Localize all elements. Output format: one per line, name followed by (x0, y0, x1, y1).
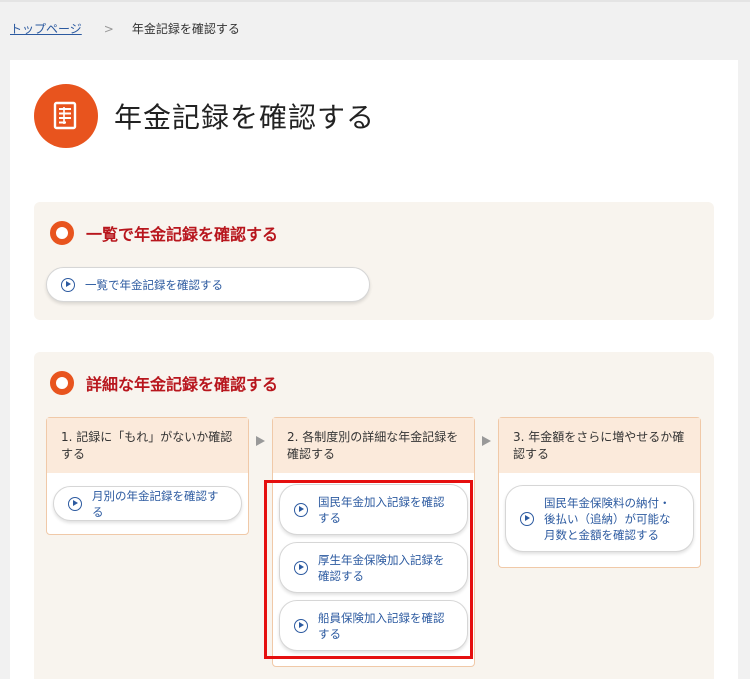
breadcrumb: トップページ > 年金記録を確認する (10, 20, 240, 37)
section-title: 一覧で年金記録を確認する (86, 225, 279, 244)
ring-icon (50, 371, 74, 395)
button-label: 国民年金保険料の納付・後払い（追納）が可能な月数と金額を確認する (544, 495, 671, 542)
button-label: 一覧で年金記録を確認する (85, 277, 223, 292)
back-payment-button[interactable]: 国民年金保険料の納付・後払い（追納）が可能な月数と金額を確認する (505, 485, 694, 552)
step-heading: 1. 記録に「もれ」がないか確認する (47, 418, 248, 473)
highlight-box (264, 480, 473, 659)
section-header: 詳細な年金記録を確認する (50, 371, 278, 395)
arrow-right-icon (256, 436, 265, 446)
button-label: 月別の年金記録を確認する (92, 488, 219, 519)
list-view-button[interactable]: 一覧で年金記録を確認する (46, 267, 370, 302)
arrow-right-icon (482, 436, 491, 446)
breadcrumb-home-link[interactable]: トップページ (10, 20, 82, 37)
page-header: 年金記録を確認する (34, 84, 375, 148)
play-circle-icon (61, 277, 75, 292)
step-heading: 3. 年金額をさらに増やせるか確認する (499, 418, 700, 473)
play-circle-icon (520, 511, 534, 526)
step-column-3: 3. 年金額をさらに増やせるか確認する 国民年金保険料の納付・後払い（追納）が可… (498, 417, 701, 568)
breadcrumb-separator: > (103, 21, 114, 36)
step-column-1: 1. 記録に「もれ」がないか確認する 月別の年金記録を確認する (46, 417, 249, 535)
document-list-icon (34, 84, 98, 148)
section-header: 一覧で年金記録を確認する (50, 221, 278, 245)
section-list-view: 一覧で年金記録を確認する 一覧で年金記録を確認する (34, 202, 714, 320)
top-border (0, 0, 750, 2)
ring-icon (50, 221, 74, 245)
breadcrumb-current: 年金記録を確認する (131, 22, 240, 36)
monthly-records-button[interactable]: 月別の年金記録を確認する (53, 486, 242, 521)
step-heading: 2. 各制度別の詳細な年金記録を確認する (273, 418, 474, 473)
play-circle-icon (68, 496, 82, 511)
page-title: 年金記録を確認する (114, 101, 376, 134)
section-title: 詳細な年金記録を確認する (86, 375, 279, 394)
